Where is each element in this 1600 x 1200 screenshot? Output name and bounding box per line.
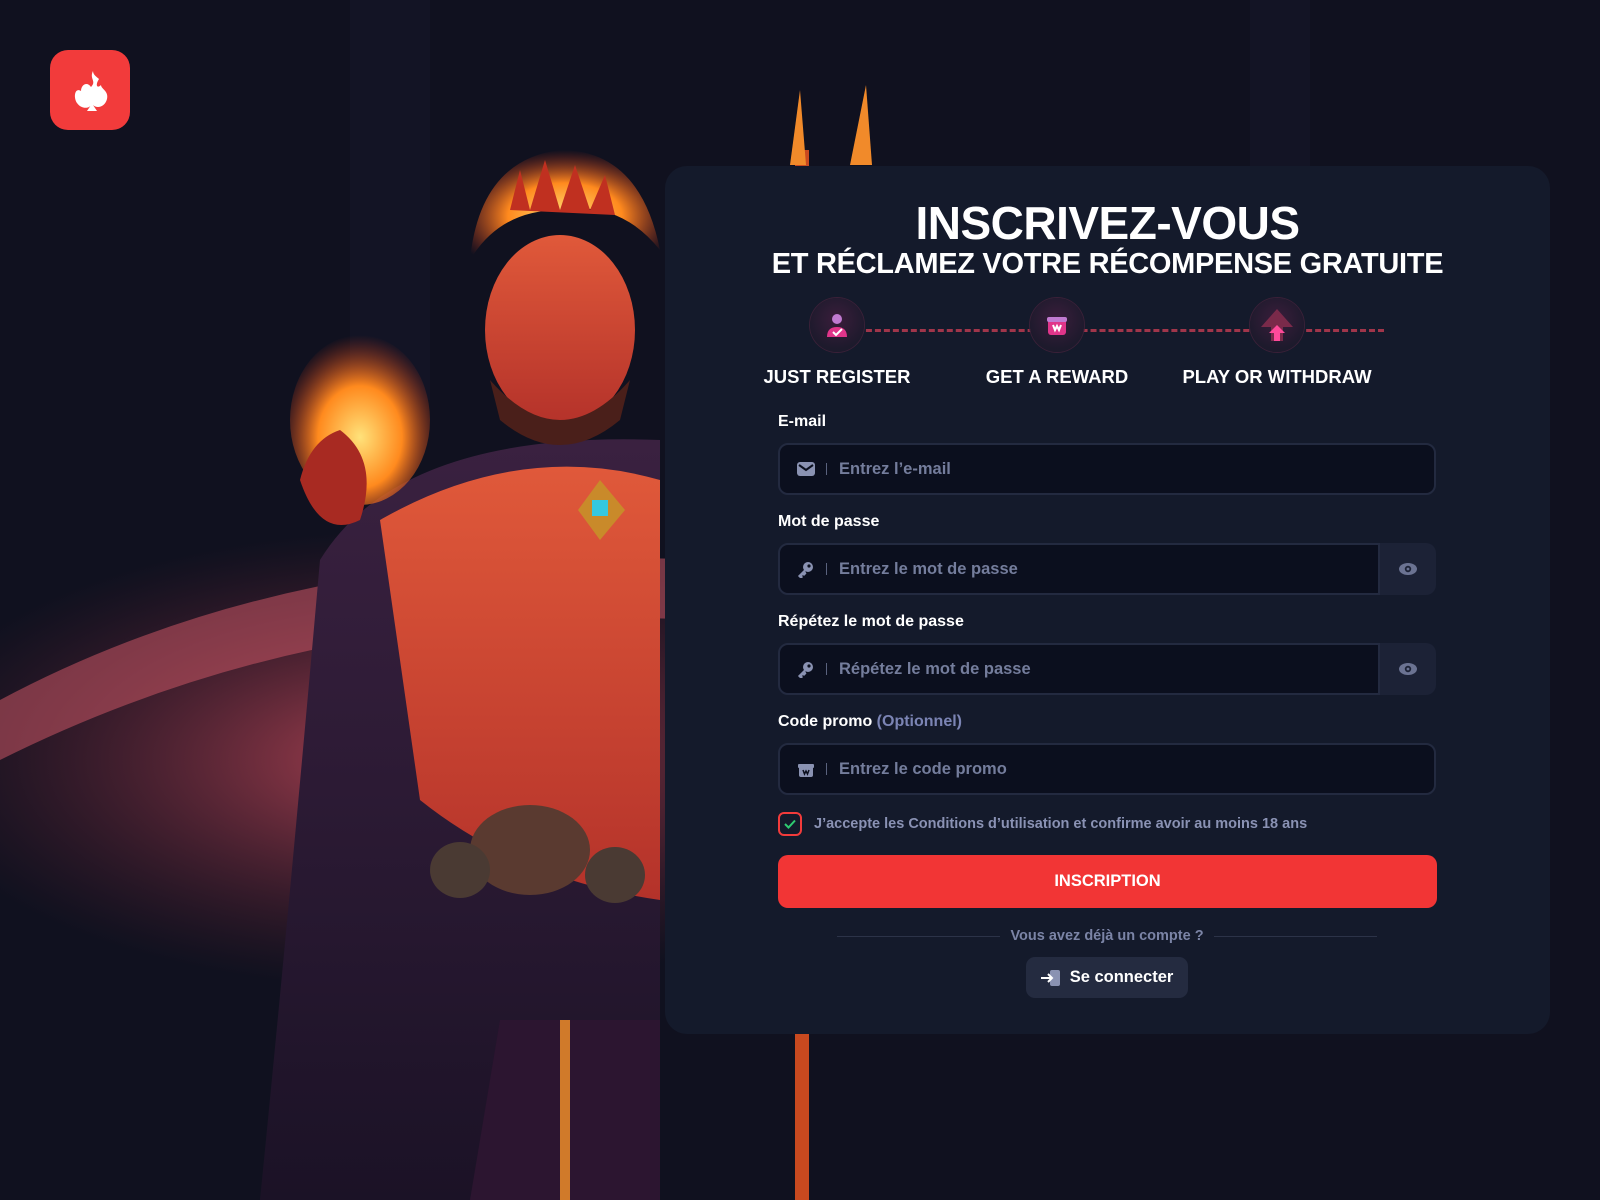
login-button[interactable]: Se connecter (1026, 957, 1188, 998)
step-play-label: PLAY OR WITHDRAW (1182, 366, 1372, 387)
steps-progress: JUST REGISTER GET A REWARD PLAY OR WITHD… (764, 298, 1437, 398)
promo-label: Code promo (Optionnel) (778, 713, 962, 731)
password-repeat-label: Répétez le mot de passe (778, 613, 964, 630)
envelope-icon (796, 459, 816, 479)
signup-card: INSCRIVEZ-VOUS ET RÉCLAMEZ VOTRE RÉCOMPE… (665, 166, 1550, 1034)
promo-label-text: Code promo (778, 713, 873, 730)
terms-checkbox[interactable] (778, 812, 802, 836)
promo-optional-text: (Optionnel) (876, 713, 962, 730)
password-repeat-placeholder: Répétez le mot de passe (839, 659, 1031, 678)
step-reward: GET A REWARD (947, 298, 1167, 388)
signup-button[interactable]: INSCRIPTION (778, 855, 1437, 908)
check-icon (784, 819, 796, 829)
login-icon (1040, 969, 1061, 987)
step-play: PLAY OR WITHDRAW (1167, 298, 1387, 388)
key-icon (796, 659, 816, 679)
step-reward-label: GET A REWARD (985, 366, 1129, 387)
promo-placeholder: Entrez le code promo (839, 759, 1007, 778)
terms-text: J’accepte les Conditions d’utilisation e… (814, 816, 1308, 832)
page-subtitle: ET RÉCLAMEZ VOTRE RÉCOMPENSE GRATUITE (771, 248, 1444, 280)
password-visibility-toggle[interactable] (1380, 543, 1436, 595)
eye-icon (1399, 563, 1417, 575)
logo[interactable] (50, 50, 130, 130)
password-label: Mot de passe (778, 513, 880, 530)
password-placeholder: Entrez le mot de passe (839, 559, 1018, 578)
login-label: Se connecter (1069, 968, 1174, 986)
terms-row: J’accepte les Conditions d’utilisation e… (778, 812, 1307, 836)
promo-field[interactable]: Entrez le code promo (778, 743, 1436, 795)
have-account-text: Vous avez déjà un compte ? (1010, 928, 1204, 944)
email-placeholder: Entrez l’e-mail (839, 459, 951, 478)
key-icon (796, 559, 816, 579)
email-field[interactable]: Entrez l’e-mail (778, 443, 1436, 495)
password-field[interactable]: Entrez le mot de passe (778, 543, 1380, 595)
gift-box-icon (1047, 317, 1067, 335)
step-register: JUST REGISTER (727, 298, 947, 388)
page-title: INSCRIVEZ-VOUS (915, 197, 1300, 249)
email-label: E-mail (778, 413, 827, 430)
flame-spade-logo-icon (74, 71, 108, 111)
password-repeat-visibility-toggle[interactable] (1380, 643, 1436, 695)
user-check-icon (827, 314, 847, 337)
have-account-divider: Vous avez déjà un compte ? (837, 926, 1378, 946)
password-repeat-field[interactable]: Répétez le mot de passe (778, 643, 1380, 695)
arrow-up-icon (1261, 309, 1293, 341)
step-register-label: JUST REGISTER (763, 366, 911, 387)
eye-icon (1399, 663, 1417, 675)
gift-icon (796, 759, 816, 779)
